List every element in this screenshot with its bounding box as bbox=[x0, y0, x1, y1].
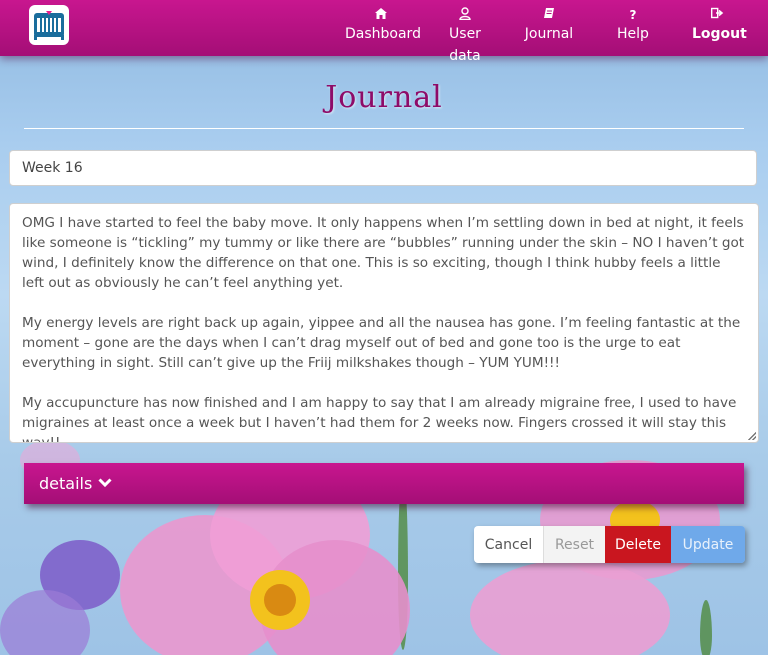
nav-journal-label: Journal bbox=[524, 26, 574, 42]
book-icon bbox=[523, 7, 575, 23]
sign-out-icon bbox=[692, 7, 742, 23]
entry-paragraph: My energy levels are right back up again… bbox=[22, 315, 741, 371]
nav-dashboard-label: Dashboard bbox=[345, 26, 421, 42]
nav-help-label: Help bbox=[617, 26, 649, 42]
cancel-button[interactable]: Cancel bbox=[474, 526, 544, 563]
nav-logout[interactable]: Logout bbox=[692, 7, 747, 45]
nav-dashboard[interactable]: Dashboard bbox=[345, 7, 421, 45]
details-toggle[interactable]: details bbox=[24, 463, 744, 504]
page-title: Journal bbox=[325, 80, 443, 115]
user-icon bbox=[432, 7, 498, 23]
title-divider bbox=[24, 128, 744, 129]
entry-paragraph: My accupuncture has now finished and I a… bbox=[22, 395, 737, 443]
action-button-group: Cancel Reset Delete Update bbox=[474, 526, 745, 563]
app-logo[interactable] bbox=[29, 5, 69, 45]
resize-handle[interactable] bbox=[748, 432, 756, 440]
nav-user-data[interactable]: User data bbox=[432, 7, 498, 67]
question-icon: ? bbox=[629, 8, 637, 22]
update-button[interactable]: Update bbox=[671, 526, 745, 563]
entry-textarea[interactable]: OMG I have started to feel the baby move… bbox=[9, 203, 759, 443]
delete-button[interactable]: Delete bbox=[605, 526, 671, 563]
nav-help[interactable]: ? Help bbox=[612, 7, 654, 45]
entry-paragraph: OMG I have started to feel the baby move… bbox=[22, 215, 745, 291]
crib-icon bbox=[34, 11, 64, 40]
nav-user-data-label: User data bbox=[449, 26, 481, 64]
nav-journal[interactable]: Journal bbox=[523, 7, 575, 45]
top-navbar: Dashboard User data Journal ? Help Logou… bbox=[0, 0, 768, 64]
details-label: details bbox=[39, 474, 93, 493]
reset-button[interactable]: Reset bbox=[544, 526, 605, 563]
entry-title-input[interactable]: Week 16 bbox=[9, 150, 757, 186]
chevron-down-icon bbox=[98, 477, 112, 491]
home-icon bbox=[345, 7, 417, 23]
nav-logout-label: Logout bbox=[692, 26, 747, 42]
entry-title-value: Week 16 bbox=[22, 160, 83, 176]
